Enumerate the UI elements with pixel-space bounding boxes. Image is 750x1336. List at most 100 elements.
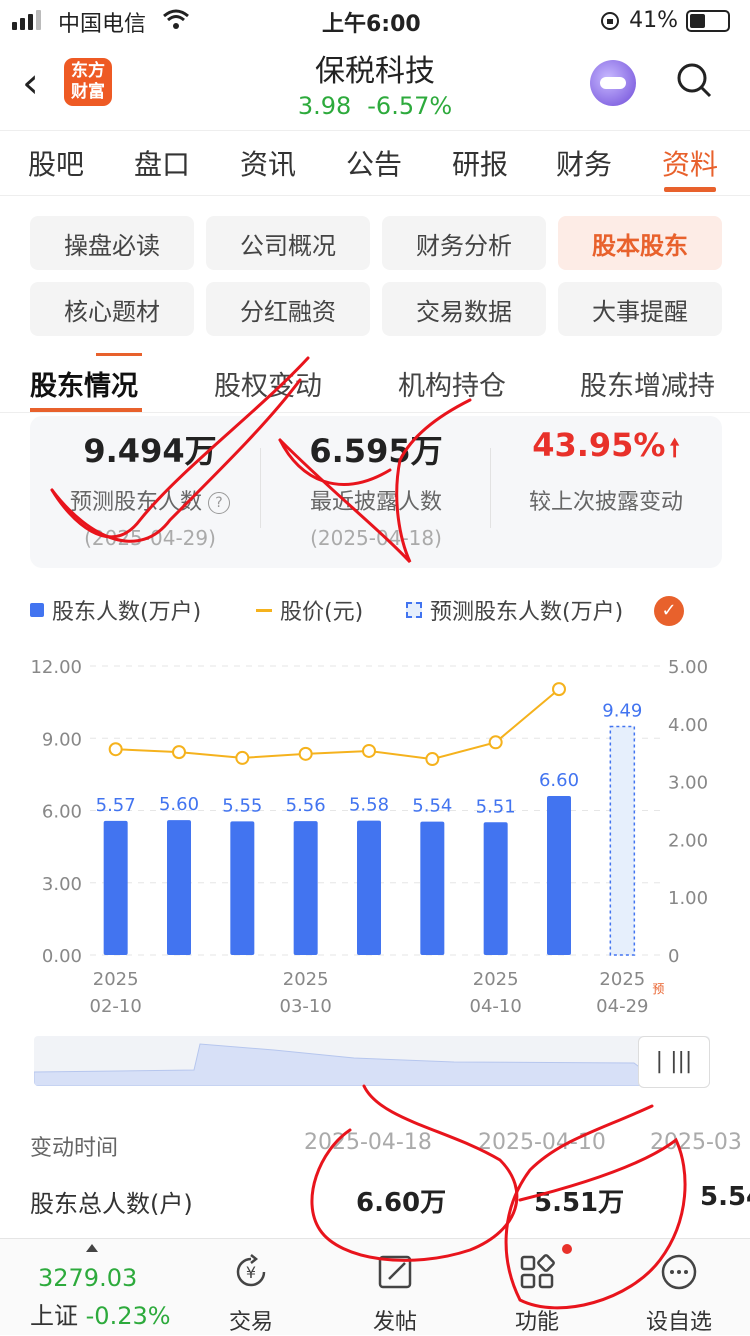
x-tick-date: 03-10	[280, 996, 332, 1017]
stat-change: 43.95% 🠕 较上次披露变动	[496, 426, 716, 516]
stock-price: 3.98	[297, 92, 352, 120]
grid-btn-trading-guide[interactable]: 操盘必读	[30, 216, 194, 270]
index-change: -0.23%	[85, 1302, 171, 1330]
stat-value: 6.595万	[309, 432, 443, 470]
legend-line[interactable]: 股价(元)	[256, 594, 363, 626]
shareholder-chart: 0.00 3.00 6.00 9.00 12.00 0 1.00 2.00 3.00 4.00 5.…	[30, 657, 708, 1017]
y-left-tick-label: 6.00	[42, 802, 82, 823]
tab-announcements[interactable]: 公告	[346, 143, 402, 183]
nav-functions[interactable]: 功能	[482, 1252, 592, 1336]
grid-btn-trade-data[interactable]: 交易数据	[382, 282, 546, 336]
wifi-icon	[163, 9, 189, 29]
nav-post[interactable]: 发帖	[340, 1252, 450, 1336]
robot-assistant-icon[interactable]	[590, 60, 636, 106]
nav-label: 发帖	[372, 1310, 417, 1335]
table-value: 5.54	[700, 1182, 750, 1212]
legend-bar-label: 股东人数(万户)	[52, 600, 202, 625]
x-tick-year: 2025	[93, 969, 139, 990]
stat-date: (2025-04-29)	[84, 526, 216, 550]
bar-data-label: 5.60	[159, 794, 199, 815]
battery-icon	[686, 9, 730, 32]
stock-price-line: 3.98 -6.57%	[0, 92, 750, 120]
price-point	[172, 745, 186, 760]
stat-latest-holders: 6.595万 最近披露人数 (2025-04-18)	[266, 426, 486, 550]
tab-pankou[interactable]: 盘口	[134, 143, 190, 183]
ink-stroke	[310, 1084, 519, 1262]
status-bar: 中国电信 上午6:00 41%	[0, 0, 750, 40]
table-date: 2025-04-10	[478, 1130, 606, 1155]
stock-title: 保税科技	[315, 54, 435, 89]
subtab-institution-holdings[interactable]: 机构持仓	[398, 364, 506, 403]
y-left-tick-label: 3.00	[42, 874, 82, 895]
tab-finance[interactable]: 财务	[556, 143, 612, 183]
edit-icon	[378, 1255, 412, 1289]
stat-date: (2025-04-18)	[310, 526, 442, 550]
bar-data-label: 5.55	[222, 795, 262, 816]
y-right-tick-label: 3.00	[668, 773, 708, 794]
nav-label: 功能	[514, 1310, 559, 1335]
grid-btn-financial-analysis[interactable]: 财务分析	[382, 216, 546, 270]
subtab-holder-changes[interactable]: 股东增减持	[580, 364, 715, 403]
tab-research[interactable]: 研报	[452, 143, 508, 183]
grid-btn-event-reminder[interactable]: 大事提醒	[558, 282, 722, 336]
legend-bar[interactable]: 股东人数(万户)	[30, 594, 201, 626]
active-tab-indicator	[664, 187, 716, 192]
table-value: 5.51万	[534, 1188, 625, 1218]
price-point	[298, 746, 313, 761]
subtab-equity-change[interactable]: 股权变动	[214, 364, 322, 403]
bar	[103, 820, 128, 955]
price-point	[425, 752, 440, 767]
stat-value: 43.95%	[532, 426, 666, 464]
main-tabs: 股吧 盘口 资讯 公告 研报 财务 资料	[0, 130, 750, 196]
line-swatch-icon	[256, 608, 272, 612]
legend-pred-label: 预测股东人数(万户)	[430, 600, 624, 625]
y-right-tick-label: 5.00	[668, 657, 708, 678]
nav-trade[interactable]: ¥ 交易	[196, 1252, 306, 1336]
status-time: 上午6:00	[322, 12, 421, 37]
tab-guba[interactable]: 股吧	[28, 143, 84, 183]
legend-predicted[interactable]: 预测股东人数(万户)	[406, 594, 623, 626]
stat-label: 预测股东人数	[69, 490, 202, 515]
search-icon[interactable]	[676, 62, 712, 98]
tab-profile[interactable]: 资料	[662, 143, 718, 183]
arrow-up-icon: 🠕	[669, 434, 680, 462]
index-value[interactable]: 3279.03	[38, 1264, 137, 1292]
expand-up-icon[interactable]	[86, 1244, 98, 1252]
tab-news[interactable]: 资讯	[240, 143, 296, 183]
svg-text:¥: ¥	[246, 1263, 256, 1282]
bar	[420, 821, 445, 955]
predicted-bar	[609, 725, 636, 956]
bar	[293, 821, 318, 955]
grid-btn-shareholders[interactable]: 股本股东	[558, 216, 722, 270]
y-right-tick-label: 1.00	[668, 888, 708, 909]
grid-btn-company-overview[interactable]: 公司概况	[206, 216, 370, 270]
price-point	[235, 750, 250, 765]
bar	[230, 821, 255, 955]
table-date: 2025-03	[650, 1130, 742, 1155]
stat-label: 最近披露人数	[309, 490, 442, 515]
price-point	[488, 735, 503, 750]
x-tick-year: 2025	[473, 969, 519, 990]
grid-btn-core-themes[interactable]: 核心题材	[30, 282, 194, 336]
notification-dot	[562, 1244, 572, 1254]
navigator-area	[34, 1043, 710, 1086]
bar	[357, 820, 381, 955]
nav-add-watchlist[interactable]: 设自选	[624, 1252, 734, 1336]
stock-header: ‹ 东方财富 保税科技 3.98 -6.57%	[0, 40, 750, 128]
stock-change: -6.57%	[367, 92, 453, 120]
y-left-tick-label: 0.00	[42, 946, 82, 967]
check-icon[interactable]: ✓	[654, 596, 684, 626]
subtab-shareholder-status[interactable]: 股东情况	[30, 364, 138, 403]
bar-data-label: 5.58	[349, 795, 389, 816]
index-name[interactable]: 上证 -0.23%	[30, 1296, 171, 1331]
bar-data-label: 5.54	[412, 796, 452, 817]
help-icon[interactable]: ?	[208, 492, 230, 514]
bar	[483, 822, 508, 955]
navigator-handle[interactable]: | |||	[638, 1036, 710, 1088]
table-date: 2025-04-18	[304, 1130, 432, 1155]
chart-range-navigator[interactable]	[34, 1036, 710, 1086]
grid-btn-dividends[interactable]: 分红融资	[206, 282, 370, 336]
bar-data-label: 9.49	[602, 700, 642, 721]
decoration-dash	[96, 353, 142, 356]
bar-data-label: 5.57	[96, 795, 136, 816]
